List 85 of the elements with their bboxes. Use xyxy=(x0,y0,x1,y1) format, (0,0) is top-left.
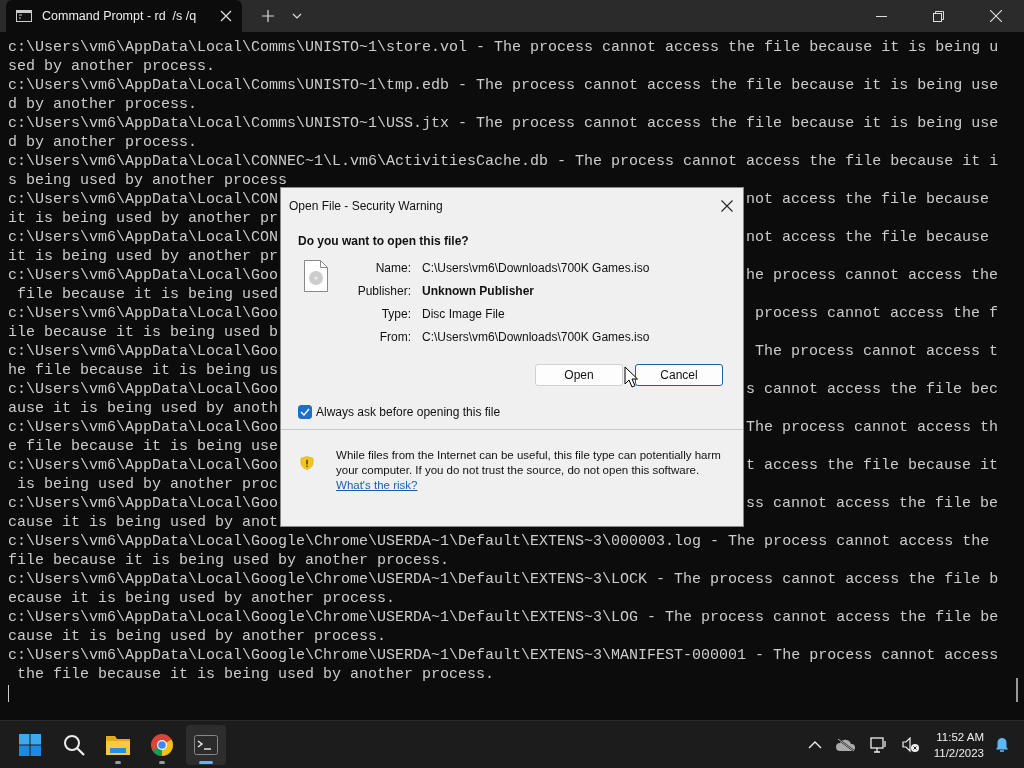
windows-icon xyxy=(19,733,41,756)
terminal-line: c:\Users\vm6\AppData\Local\Comms\UNISTO~1\USS.jtx - The process cannot access the file because it is being use xyxy=(8,115,999,132)
terminal-line: not access the file because xyxy=(745,190,990,209)
risk-link[interactable]: What's the risk? xyxy=(336,479,418,491)
terminal-line: is being used by another proc xyxy=(16,476,279,493)
terminal-line: cause it is being used by anot xyxy=(8,514,279,531)
running-indicator xyxy=(159,760,165,764)
terminal-line: it is being used by another pr xyxy=(8,248,279,265)
terminal-line: ecause it is being used by another process. xyxy=(8,590,396,607)
terminal-line: c:\Users\vm6\AppData\Local\Goo xyxy=(8,494,279,513)
terminal-line: c:\Users\vm6\AppData\Local\Google\Chrome\USERDA~1\Default\EXTENS~3\MANIFEST-000001 - The process cannot access xyxy=(8,647,999,664)
field-label: From: xyxy=(378,329,411,346)
disc-file-icon xyxy=(304,260,328,292)
field-label: Type: xyxy=(380,306,411,323)
terminal-line: ss cannot access the file be xyxy=(745,494,998,513)
field-label: Publisher: xyxy=(356,283,411,300)
terminal-line: c:\Users\vm6\AppData\Local\Comms\UNISTO~1\tmp.edb - The process cannot access the file because it is being use xyxy=(8,77,999,94)
terminal-line: sed by another process. xyxy=(8,58,216,75)
terminal-line: c:\Users\vm6\AppData\Local\Goo xyxy=(8,418,279,437)
checkbox-label: Always ask before opening this file xyxy=(316,405,501,419)
terminal-icon xyxy=(194,734,218,755)
terminal-line: c:\Users\vm6\AppData\Local\Goo xyxy=(8,304,279,323)
close-tab-icon[interactable] xyxy=(220,10,232,22)
mouse-cursor-icon xyxy=(624,366,638,388)
terminal-line: d by another process. xyxy=(8,96,198,113)
terminal-line: cause it is being used by another process. xyxy=(8,628,387,645)
field-value: C:\Users\vm6\Downloads\700K Games.iso xyxy=(422,260,650,277)
terminal-line: c:\Users\vm6\AppData\Local\CON xyxy=(8,228,279,247)
terminal-line: file because it is being used xyxy=(16,286,279,303)
checkbox[interactable] xyxy=(298,405,312,419)
terminal-line: ause it is being used by anoth xyxy=(8,400,279,417)
dialog-title: Open File - Security Warning xyxy=(289,199,443,213)
field-value: C:\Users\vm6\Downloads\700K Games.iso xyxy=(422,329,650,346)
running-indicator xyxy=(199,760,213,764)
chevron-up-icon[interactable] xyxy=(807,740,822,749)
terminal-line: e file because it is being use xyxy=(8,438,279,455)
terminal-line: c:\Users\vm6\AppData\Local\Google\Chrome\USERDA~1\Default\EXTENS~3\LOCK - The process cannot access the file b xyxy=(8,571,999,588)
terminal-line: file because it is being used by another process. xyxy=(8,552,450,569)
terminal-line: process cannot access the f xyxy=(754,304,998,323)
terminal-line: he file because it is being us xyxy=(8,362,279,379)
terminal-line: The process cannot access t xyxy=(754,342,998,361)
terminal-line: c:\Users\vm6\AppData\Local\Google\Chrome\USERDA~1\Default\EXTENS~3\LOG - The process cannot access the file be xyxy=(8,609,999,626)
terminal-line: the file because it is being used by another process. xyxy=(16,666,495,683)
volume-muted-icon[interactable] xyxy=(901,736,920,753)
text-cursor xyxy=(8,684,9,702)
cloud-off-icon[interactable] xyxy=(835,737,856,752)
notification-bell-icon[interactable] xyxy=(994,736,1010,753)
terminal-line: t access the file because it xyxy=(745,456,998,475)
new-tab-icon[interactable] xyxy=(262,10,274,22)
dialog-heading: Do you want to open this file? xyxy=(298,234,470,248)
terminal-line: c:\Users\vm6\AppData\Local\Goo xyxy=(8,380,279,399)
field-label: Name: xyxy=(374,260,411,277)
terminal-line: s being used by another process xyxy=(8,172,288,189)
network-icon[interactable] xyxy=(869,736,888,753)
terminal-line: c:\Users\vm6\AppData\Local\Goo xyxy=(8,456,279,475)
dialog-button[interactable]: Cancel xyxy=(635,364,723,386)
terminal-line: c:\Users\vm6\AppData\Local\Google\Chrome\USERDA~1\Default\EXTENS~3\000003.log - The process cannot access the xyxy=(8,533,990,550)
field-value: Unknown Publisher xyxy=(422,283,535,300)
terminal-line: ile because it is being used b xyxy=(8,324,279,341)
terminal-line: c:\Users\vm6\AppData\Local\Goo xyxy=(8,342,279,361)
search-icon xyxy=(63,733,85,756)
terminal-tab[interactable]: Command Prompt - rd /s /q xyxy=(6,0,242,32)
terminal-line: not access the file because xyxy=(745,228,990,247)
clock[interactable]: 11:52 AM 11/2/2023 xyxy=(933,728,984,761)
field-value: Disc Image File xyxy=(422,306,506,323)
terminal-line: he process cannot access the xyxy=(745,266,998,285)
browser-icon xyxy=(151,733,173,756)
terminal-line: s cannot access the file bec xyxy=(745,380,998,399)
dialog-button[interactable]: Open xyxy=(535,364,623,386)
terminal-line: The process cannot access th xyxy=(745,418,998,437)
scrollbar[interactable] xyxy=(1016,678,1018,702)
console-icon xyxy=(16,10,32,22)
terminal-line: it is being used by another pr xyxy=(8,210,279,227)
terminal-line: c:\Users\vm6\AppData\Local\CONNEC~1\L.vm6\ActivitiesCache.db - The process cannot access the file because it i xyxy=(8,153,999,170)
restore-icon[interactable] xyxy=(933,10,944,22)
terminal-line: d by another process. xyxy=(8,134,198,151)
running-indicator xyxy=(115,760,121,764)
warning-text: While files from the Internet can be useful, this file type can potentially harm your computer. If you do not trust the source, do not open this software. What's the risk? xyxy=(336,448,722,493)
close-icon[interactable] xyxy=(721,200,733,212)
folder-icon xyxy=(106,733,130,756)
terminal-line: c:\Users\vm6\AppData\Local\Comms\UNISTO~1\store.vol - The process cannot access the file because it is being u xyxy=(8,39,999,56)
taskbar-button[interactable] xyxy=(186,724,226,765)
terminal-line: c:\Users\vm6\AppData\Local\Goo xyxy=(8,266,279,285)
terminal-line: c:\Users\vm6\AppData\Local\CON xyxy=(8,190,279,209)
dropdown-icon[interactable] xyxy=(292,13,302,19)
